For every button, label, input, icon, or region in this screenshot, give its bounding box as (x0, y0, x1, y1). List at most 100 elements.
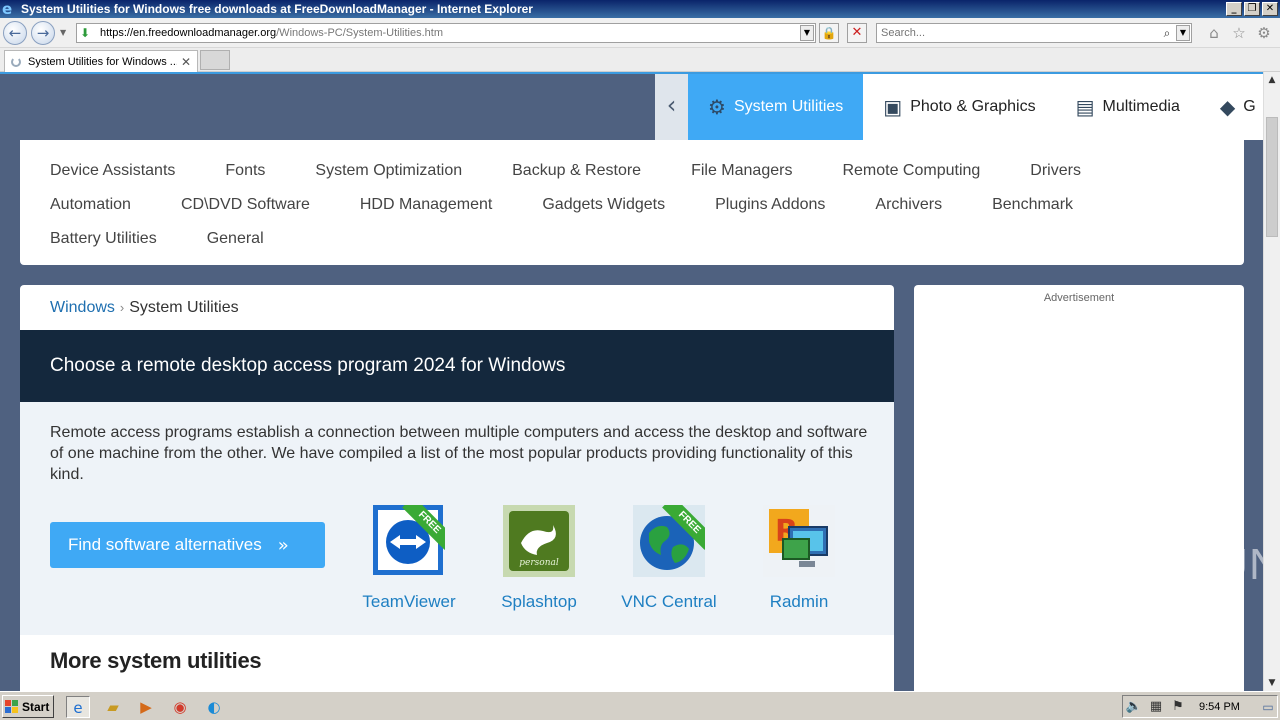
stop-button[interactable]: ✕ (847, 23, 867, 43)
category-photo-graphics[interactable]: ▣ Photo & Graphics (863, 74, 1055, 140)
category-label: Photo & Graphics (910, 98, 1036, 115)
site-favicon-icon: ⬇ (80, 26, 91, 40)
taskbar-media-player-icon[interactable]: ▶ (134, 696, 158, 718)
subcategory-link[interactable]: Remote Computing (842, 162, 980, 180)
search-dropdown-icon[interactable]: ▼ (1176, 25, 1190, 41)
scroll-thumb[interactable] (1266, 117, 1278, 237)
subcategory-row: Battery Utilities General (50, 222, 1214, 256)
app-name[interactable]: Radmin (744, 592, 854, 612)
picture-icon: ▣ (883, 95, 903, 119)
subcategory-link[interactable]: Archivers (875, 196, 942, 214)
subcategory-link[interactable]: Automation (50, 196, 131, 214)
remote-access-promo: Remote access programs establish a conne… (20, 402, 894, 635)
taskbar-chrome-icon[interactable]: ◉ (168, 696, 192, 718)
forward-arrow-icon: → (36, 24, 50, 42)
subcategory-row: Device Assistants Fonts System Optimizat… (50, 154, 1214, 188)
vnc-central-globe-icon: FREE (633, 505, 705, 577)
hero-banner: Choose a remote desktop access program 2… (20, 330, 894, 402)
subcategory-panel: Device Assistants Fonts System Optimizat… (20, 140, 1244, 265)
subcategory-link[interactable]: Drivers (1030, 162, 1081, 180)
volume-icon[interactable]: 🔈 (1123, 699, 1145, 714)
watermark-play-icon (1137, 538, 1180, 592)
url-host: https://en.freedownloadmanager.org (100, 27, 277, 39)
breadcrumb-current: System Utilities (129, 298, 239, 316)
forward-button[interactable]: → (31, 21, 55, 45)
minimize-button[interactable]: _ (1226, 2, 1242, 16)
subcategory-link[interactable]: Benchmark (992, 196, 1073, 214)
subcategory-link[interactable]: Fonts (225, 162, 265, 180)
category-games[interactable]: ◆ G (1200, 74, 1256, 140)
subcategory-link[interactable]: Device Assistants (50, 162, 175, 180)
scroll-up-icon[interactable]: ▲ (1264, 72, 1280, 88)
breadcrumb: Windows › System Utilities (20, 285, 894, 330)
start-button[interactable]: Start (2, 695, 54, 718)
svg-text:personal: personal (519, 558, 559, 568)
scroll-down-icon[interactable]: ▼ (1264, 675, 1280, 691)
taskbar-ie-icon[interactable]: e (66, 696, 90, 718)
gamepad-icon: ◆ (1219, 95, 1236, 119)
category-nav-back-button[interactable]: ‹ (655, 74, 688, 140)
page-scrollbar[interactable]: ▲ ▼ (1263, 72, 1280, 691)
subcategory-link[interactable]: Backup & Restore (512, 162, 641, 180)
app-splashtop[interactable]: personal Splashtop (484, 505, 594, 612)
app-name[interactable]: TeamViewer (354, 592, 464, 612)
watermark-left-text: ANY (1038, 540, 1132, 589)
taskbar-edge-icon[interactable]: ◐ (202, 696, 226, 718)
find-alternatives-label: Find software alternatives (68, 535, 262, 554)
app-teamviewer[interactable]: FREE TeamViewer (354, 505, 464, 612)
taskbar-clock[interactable]: 9:54 PM (1199, 701, 1240, 713)
tab-bar: System Utilities for Windows ... ✕ (0, 48, 1280, 72)
find-alternatives-button[interactable]: Find software alternatives » (50, 522, 325, 568)
action-center-flag-icon[interactable]: ⚑ (1167, 699, 1189, 714)
taskbar-explorer-folder-icon[interactable]: ▰ (101, 696, 125, 718)
show-desktop-icon[interactable]: ▭ (1256, 696, 1280, 718)
back-arrow-icon: ← (8, 24, 22, 42)
history-dropdown-icon[interactable]: ▼ (60, 28, 66, 37)
category-multimedia[interactable]: ▤ Multimedia (1056, 74, 1200, 140)
search-icon[interactable]: ⌕ (1158, 26, 1176, 41)
back-button[interactable]: ← (3, 21, 27, 45)
system-tray: 🔈 ▦ ⚑ 9:54 PM (1122, 695, 1278, 718)
app-radmin[interactable]: R Radmin (744, 505, 854, 612)
splashtop-icon: personal (503, 505, 575, 577)
more-utilities-heading: More system utilities (50, 648, 262, 673)
subcategory-link[interactable]: Battery Utilities (50, 230, 157, 248)
breadcrumb-separator-icon: › (119, 300, 125, 315)
tab-close-icon[interactable]: ✕ (181, 55, 191, 69)
address-field[interactable]: ⬇ https://en.freedownloadmanager.org/Win… (76, 23, 816, 43)
subcategory-link[interactable]: Plugins Addons (715, 196, 825, 214)
breadcrumb-link-windows[interactable]: Windows (50, 299, 115, 317)
favorites-star-icon[interactable]: ☆ (1230, 24, 1248, 42)
close-window-button[interactable]: ✕ (1262, 2, 1278, 16)
subcategory-link[interactable]: Gadgets Widgets (542, 196, 665, 214)
new-tab-button[interactable] (200, 50, 230, 70)
window-controls: _ ❐ ✕ (1226, 2, 1278, 16)
subcategory-link[interactable]: System Optimization (315, 162, 462, 180)
subcategory-link[interactable]: General (207, 230, 264, 248)
subcategory-link[interactable]: File Managers (691, 162, 792, 180)
restore-button[interactable]: ❐ (1244, 2, 1260, 16)
category-system-utilities[interactable]: ⚙ System Utilities (688, 74, 864, 140)
app-name[interactable]: VNC Central (614, 592, 724, 612)
subcategory-link[interactable]: CD\DVD Software (181, 196, 310, 214)
tab-label: System Utilities for Windows ... (28, 55, 177, 68)
app-vnc-central[interactable]: FREE VNC Central (614, 505, 724, 612)
security-lock-button[interactable]: 🔒 (819, 23, 839, 43)
network-icon[interactable]: ▦ (1145, 699, 1167, 714)
search-input[interactable] (877, 27, 1158, 39)
browser-tab[interactable]: System Utilities for Windows ... ✕ (4, 50, 198, 72)
double-chevron-right-icon: » (277, 534, 289, 556)
window-title: System Utilities for Windows free downlo… (21, 2, 533, 16)
address-dropdown-icon[interactable]: ▼ (800, 25, 814, 41)
tools-gear-icon[interactable]: ⚙ (1255, 24, 1273, 42)
search-box[interactable]: ⌕ ▼ (876, 23, 1192, 43)
app-name[interactable]: Splashtop (484, 592, 594, 612)
start-label: Start (22, 699, 50, 714)
home-icon[interactable]: ⌂ (1205, 24, 1223, 42)
subcategory-link[interactable]: HDD Management (360, 196, 493, 214)
window-titlebar[interactable]: e System Utilities for Windows free down… (0, 0, 1280, 18)
chevron-left-icon: ‹ (666, 91, 677, 119)
category-nav: ‹ ⚙ System Utilities ▣ Photo & Graphics … (655, 74, 1263, 140)
lock-icon: 🔒 (821, 26, 837, 40)
url-text[interactable]: https://en.freedownloadmanager.org/Windo… (100, 27, 800, 39)
